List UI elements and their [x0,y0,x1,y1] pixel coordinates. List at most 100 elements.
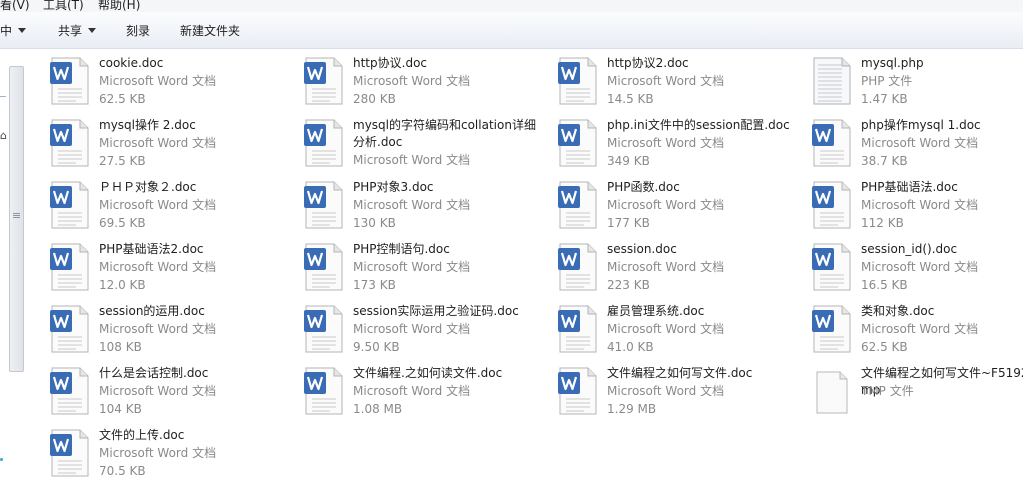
file-type: TMP 文件 [861,384,914,398]
file-item[interactable]: 文件编程之如何写文件~F5192.tmp TMP 文件 [802,359,1023,417]
file-item[interactable]: 文件的上传.doc Microsoft Word 文档 70.5 KB [40,421,280,479]
new-folder-button[interactable]: 新建文件夹 [180,22,240,39]
file-name: 文件的上传.doc [99,428,185,442]
file-item[interactable]: 雇员管理系统.doc Microsoft Word 文档 41.0 KB [548,297,788,355]
file-item[interactable]: 文件编程之如何写文件.doc Microsoft Word 文档 1.29 MB [548,359,788,417]
organize-button[interactable]: 中 [0,22,27,39]
file-item[interactable]: 类和对象.doc Microsoft Word 文档 62.5 KB [802,297,1023,355]
nav-divider [0,96,6,97]
blank-file-icon [812,367,852,415]
file-item[interactable]: http协议.doc Microsoft Word 文档 280 KB [294,49,534,107]
file-name: 雇员管理系统.doc [607,304,705,318]
organize-label: 中 [0,24,13,38]
file-item[interactable]: PHP对象3.doc Microsoft Word 文档 130 KB [294,173,534,231]
file-item[interactable]: PHP控制语句.doc Microsoft Word 文档 173 KB [294,235,534,293]
file-name: session实际运用之验证码.doc [353,304,519,318]
menu-bar: 看(V) 工具(T) 帮助(H) [0,0,1023,12]
file-name: mysql.php [861,56,924,70]
file-type: Microsoft Word 文档 [99,260,217,274]
menu-view[interactable]: 看(V) [0,0,30,12]
file-type: PHP 文件 [861,74,913,88]
file-item[interactable]: http协议2.doc Microsoft Word 文档 14.5 KB [548,49,788,107]
word-doc-icon [304,181,344,229]
file-item[interactable]: PHP基础语法2.doc Microsoft Word 文档 12.0 KB [40,235,280,293]
file-name: PHP函数.doc [607,180,680,194]
file-item[interactable]: 文件编程.之如何读文件.doc Microsoft Word 文档 1.08 MB [294,359,534,417]
file-type: Microsoft Word 文档 [353,384,471,398]
file-type: Microsoft Word 文档 [607,260,725,274]
word-doc-icon [558,367,598,415]
word-doc-icon [50,181,90,229]
word-doc-icon [558,305,598,353]
share-label: 共享 [58,24,83,38]
file-name: 文件编程.之如何读文件.doc [353,366,503,380]
word-doc-icon [304,57,344,105]
file-size: 38.7 KB [861,154,908,168]
file-size: 1.47 KB [861,92,908,106]
file-item[interactable]: ＰＨＰ对象２.doc Microsoft Word 文档 69.5 KB [40,173,280,231]
menu-help[interactable]: 帮助(H) [98,0,140,12]
file-type: Microsoft Word 文档 [99,198,217,212]
file-size: 70.5 KB [99,464,146,478]
file-name: ＰＨＰ对象２.doc [99,180,197,194]
file-name: http协议2.doc [607,56,689,70]
file-type: Microsoft Word 文档 [99,446,217,460]
file-size: 9.50 KB [353,340,400,354]
file-size: 62.5 KB [861,340,908,354]
file-name: 类和对象.doc [861,304,935,318]
share-button[interactable]: 共享 [58,22,97,39]
nav-scrollbar[interactable] [9,66,24,372]
file-item[interactable]: PHP基础语法.doc Microsoft Word 文档 112 KB [802,173,1023,231]
word-doc-icon [50,429,90,477]
nav-status-dot [0,458,3,461]
file-item[interactable]: mysql的字符编码和collation详细分析.doc Microsoft Wo… [294,111,536,169]
file-grid: cookie.doc Microsoft Word 文档 62.5 KB http协议… [40,49,1023,484]
file-item[interactable]: session_id().doc Microsoft Word 文档 16.5 KB [802,235,1023,293]
file-size: 16.5 KB [861,278,908,292]
file-item[interactable]: php.ini文件中的session配置.doc Microsoft Word 文… [548,111,790,169]
file-type: Microsoft Word 文档 [353,74,471,88]
file-size: 280 KB [353,92,396,106]
file-item[interactable]: 什么是会话控制.doc Microsoft Word 文档 104 KB [40,359,280,417]
file-size: 27.5 KB [99,154,146,168]
menu-tools[interactable]: 工具(T) [43,0,84,12]
word-doc-icon [50,57,90,105]
file-type: Microsoft Word 文档 [353,322,471,336]
text-file-icon [812,57,852,105]
file-size: 108 KB [99,340,142,354]
file-type: Microsoft Word 文档 [607,384,725,398]
file-name: PHP控制语句.doc [353,242,450,256]
word-doc-icon [50,119,90,167]
file-item[interactable]: PHP函数.doc Microsoft Word 文档 177 KB [548,173,788,231]
word-doc-icon [812,119,852,167]
word-doc-icon [812,305,852,353]
file-item[interactable]: php操作mysql 1.doc Microsoft Word 文档 38.7 KB [802,111,1023,169]
word-doc-icon [558,57,598,105]
file-item[interactable]: cookie.doc Microsoft Word 文档 62.5 KB [40,49,280,107]
file-name: mysql操作 2.doc [99,118,196,132]
file-type: Microsoft Word 文档 [607,198,725,212]
word-doc-icon [558,181,598,229]
file-name: 文件编程之如何写文件.doc [607,366,753,380]
file-name: session_id().doc [861,242,958,256]
file-type: Microsoft Word 文档 [353,198,471,212]
file-size: 41.0 KB [607,340,654,354]
file-size: 112 KB [861,216,904,230]
file-type: Microsoft Word 文档 [861,260,979,274]
file-name: php操作mysql 1.doc [861,118,981,132]
burn-button[interactable]: 刻录 [126,22,150,39]
file-type: Microsoft Word 文档 [99,322,217,336]
word-doc-icon [812,181,852,229]
file-size: 1.29 MB [607,402,657,416]
file-item[interactable]: session实际运用之验证码.doc Microsoft Word 文档 9.50… [294,297,534,355]
file-name: 什么是会话控制.doc [99,366,209,380]
word-doc-icon [304,305,344,353]
file-name: php.ini文件中的session配置.doc [607,118,790,132]
nav-item-glyph[interactable]: ⌂ [0,129,7,142]
file-item[interactable]: mysql.php PHP 文件 1.47 KB [802,49,1023,107]
file-size: 173 KB [353,278,396,292]
file-item[interactable]: session的运用.doc Microsoft Word 文档 108 KB [40,297,280,355]
file-size: 12.0 KB [99,278,146,292]
file-item[interactable]: mysql操作 2.doc Microsoft Word 文档 27.5 KB [40,111,280,169]
file-item[interactable]: session.doc Microsoft Word 文档 223 KB [548,235,788,293]
